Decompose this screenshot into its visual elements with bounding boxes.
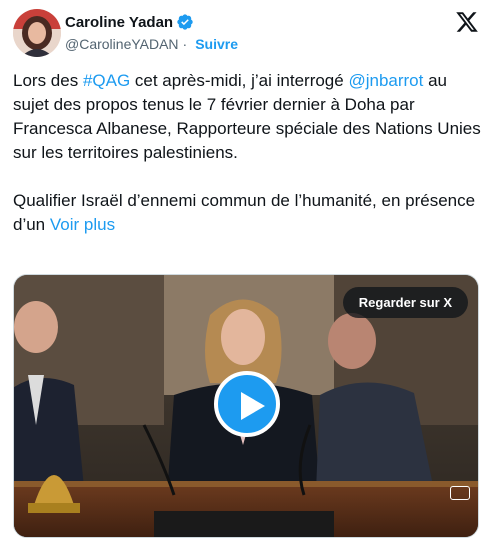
- text-segment: Lors des: [13, 71, 83, 90]
- text-segment: cet après-midi, j’ai interrogé: [130, 71, 349, 90]
- x-logo-icon[interactable]: [455, 10, 479, 34]
- author-handle-row: @CarolineYADAN · Suivre: [65, 36, 238, 52]
- tweet-paragraph-2: Qualifier Israël d’ennemi commun de l’hu…: [13, 189, 483, 237]
- captions-icon[interactable]: [450, 486, 470, 500]
- tweet-paragraph-1: Lors des #QAG cet après-midi, j’ai inter…: [13, 69, 483, 165]
- see-more-link[interactable]: Voir plus: [50, 215, 115, 234]
- author-name-row: Caroline Yadan: [65, 13, 194, 31]
- mention-link[interactable]: @jnbarrot: [348, 71, 423, 90]
- hashtag-link[interactable]: #QAG: [83, 71, 130, 90]
- author-handle[interactable]: @CarolineYADAN: [65, 36, 179, 52]
- follow-button[interactable]: Suivre: [195, 36, 238, 52]
- avatar-image: [13, 9, 61, 57]
- video-thumbnail[interactable]: Regarder sur X: [13, 274, 479, 538]
- tweet-text: Lors des #QAG cet après-midi, j’ai inter…: [13, 69, 483, 237]
- play-icon: [241, 392, 265, 420]
- verified-badge-icon: [177, 14, 193, 30]
- play-button[interactable]: [214, 371, 280, 437]
- author-name[interactable]: Caroline Yadan: [65, 14, 173, 31]
- separator-dot: ·: [182, 36, 188, 52]
- avatar[interactable]: [13, 9, 61, 57]
- watch-on-x-button[interactable]: Regarder sur X: [342, 287, 468, 318]
